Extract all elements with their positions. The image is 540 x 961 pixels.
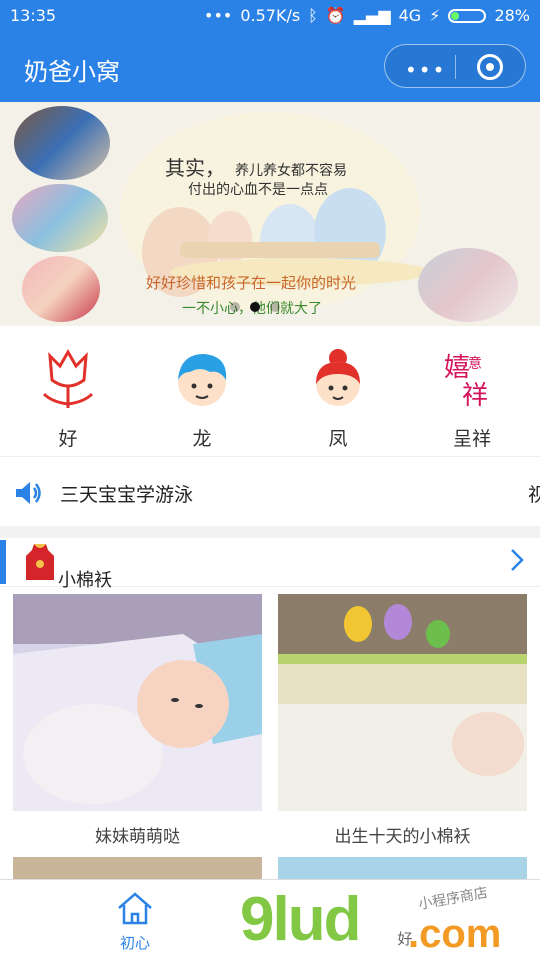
- watermark-tagline: 小程序商店: [417, 885, 490, 913]
- bluetooth-icon: ᛒ: [308, 6, 318, 25]
- banner-carousel[interactable]: 其实，养儿养女都不容易 付出的心血不是一点点 好好珍惜和孩子在一起你的时光 一不…: [0, 102, 540, 326]
- banner-line-1: 其实， 养儿养女都不容易: [165, 156, 347, 180]
- speaker-icon: [16, 482, 41, 504]
- post-image: [278, 594, 527, 811]
- notice-bar[interactable]: 三天宝宝学游泳 视: [0, 458, 540, 526]
- post-card-partial[interactable]: [278, 857, 527, 879]
- watermark-brand: 9lud: [240, 885, 361, 954]
- category-item-long[interactable]: 龙: [142, 346, 262, 451]
- svg-text:嬉: 嬉: [444, 353, 470, 383]
- post-card[interactable]: 出生十天的小棉袄: [278, 594, 527, 847]
- section-accent-bar: [0, 540, 6, 584]
- category-label: 好: [58, 428, 78, 450]
- tulip-icon: [42, 348, 94, 408]
- section-header[interactable]: 小棉袄: [0, 538, 540, 591]
- baby-photo-2: [12, 184, 108, 252]
- svg-text:祥: 祥: [462, 381, 488, 410]
- category-label: 龙: [192, 428, 212, 450]
- status-bar: 13:35 ••• 0.57K/s ᛒ ⏰ ▂▄▆ 4G ⚡ 28%: [0, 0, 540, 32]
- more-dots-icon: •••: [204, 6, 233, 25]
- network-type: 4G: [398, 6, 422, 25]
- boy-face-icon: [178, 354, 227, 406]
- home-icon: [118, 892, 152, 925]
- category-item-chengxiang[interactable]: 嬉 意 祥 呈祥: [412, 346, 532, 451]
- padded-jacket-icon: [26, 544, 54, 580]
- nav-header: 奶爸小窝 •••: [0, 32, 540, 102]
- baby-photo-1: [14, 106, 110, 180]
- category-label: 呈祥: [452, 428, 491, 450]
- category-nav: 好 龙 凤 嬉 意 祥 呈祥: [0, 326, 540, 457]
- carousel-dot[interactable]: [230, 302, 240, 312]
- post-caption: 出生十天的小棉袄: [334, 827, 471, 847]
- post-caption: 妹妹萌萌哒: [95, 827, 180, 847]
- watermark-domain: .com: [408, 912, 502, 956]
- section-title: 小棉袄: [58, 570, 112, 591]
- carousel-indicator: [230, 302, 280, 312]
- post-image: [13, 594, 262, 811]
- banner-line-3: 好好珍惜和孩子在一起你的时光: [146, 274, 357, 292]
- post-card[interactable]: 妹妹萌萌哒: [13, 594, 262, 847]
- battery-percent: 28%: [494, 6, 530, 25]
- section-gap: [0, 526, 540, 538]
- post-card-partial[interactable]: [13, 857, 262, 879]
- tab-home[interactable]: 初心: [90, 890, 180, 953]
- alarm-icon: ⏰: [325, 6, 346, 25]
- girl-face-icon: [316, 349, 360, 406]
- miniprogram-capsule: •••: [384, 44, 526, 88]
- category-item-feng[interactable]: 凤: [278, 346, 398, 451]
- svg-text:意: 意: [468, 355, 482, 372]
- capsule-divider: [455, 55, 456, 79]
- carousel-dot[interactable]: [270, 302, 280, 312]
- more-menu-button[interactable]: •••: [405, 58, 446, 82]
- category-item-hao[interactable]: 好: [8, 346, 128, 451]
- status-time: 13:35: [10, 6, 57, 25]
- close-miniprogram-button[interactable]: [477, 54, 503, 80]
- category-label: 凤: [328, 428, 348, 450]
- tab-label: 初心: [119, 934, 150, 952]
- baby-photo-4: [418, 248, 518, 322]
- chengxiang-emblem-icon: 嬉 意 祥: [444, 353, 488, 411]
- carousel-dot-active[interactable]: [250, 302, 260, 312]
- network-speed: 0.57K/s: [240, 6, 301, 25]
- site-watermark: 9lud .com 小程序商店: [240, 884, 540, 960]
- baby-photo-3: [22, 256, 100, 322]
- signal-icon: ▂▄▆: [353, 6, 391, 25]
- notice-text: 三天宝宝学游泳: [60, 484, 194, 506]
- notice-next-text: 视: [528, 484, 540, 506]
- chevron-right-icon[interactable]: [510, 548, 524, 572]
- battery-icon: [448, 8, 487, 23]
- charging-icon: ⚡: [429, 6, 441, 25]
- page-title: 奶爸小窝: [24, 58, 120, 86]
- banner-line-2: 付出的心血不是一点点: [188, 182, 328, 198]
- banner-line-1-small: 养儿养女都不容易: [235, 163, 347, 179]
- status-right: ••• 0.57K/s ᛒ ⏰ ▂▄▆ 4G ⚡ 28%: [204, 6, 530, 25]
